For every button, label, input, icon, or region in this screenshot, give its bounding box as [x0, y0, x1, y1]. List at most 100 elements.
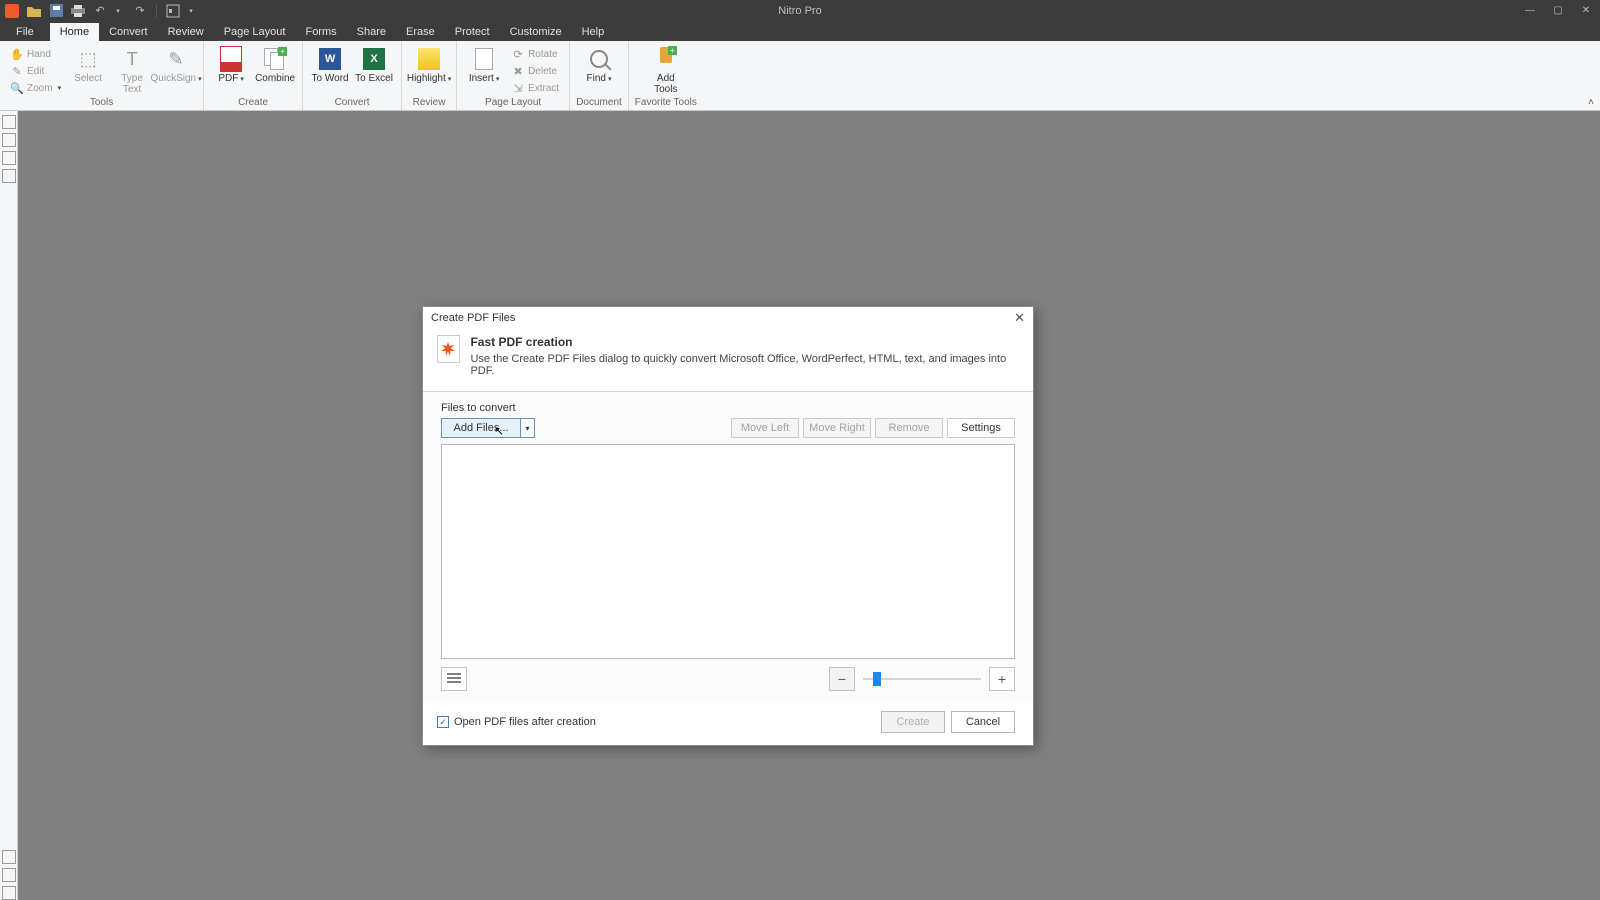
tab-erase[interactable]: Erase — [396, 23, 445, 41]
panel-attachments-icon[interactable] — [2, 850, 16, 864]
collapse-ribbon-icon[interactable]: ˄ — [1588, 97, 1594, 108]
workspace: Create PDF Files ✕ Fast PDF creation Use… — [0, 111, 1600, 900]
create-pdf-dialog: Create PDF Files ✕ Fast PDF creation Use… — [422, 306, 1034, 746]
left-panel-gutter — [0, 111, 18, 900]
edit-tool[interactable]: ✎Edit — [6, 63, 65, 79]
extract-button[interactable]: ⇲Extract — [507, 80, 563, 96]
to-excel-button[interactable]: X To Excel — [353, 43, 395, 84]
find-icon — [587, 47, 611, 71]
highlight-button[interactable]: Highlight▾ — [408, 43, 450, 85]
add-files-dropdown-icon[interactable]: ▾ — [521, 418, 535, 438]
move-right-button[interactable]: Move Right — [803, 418, 871, 438]
group-label-review: Review — [413, 96, 446, 110]
panel-layers-icon[interactable] — [2, 169, 16, 183]
minimize-button[interactable]: — — [1516, 0, 1544, 21]
word-icon: W — [318, 47, 342, 71]
delete-label: Delete — [528, 66, 557, 77]
zoom-in-button[interactable]: + — [989, 667, 1015, 691]
tab-protect[interactable]: Protect — [445, 23, 500, 41]
save-icon[interactable] — [48, 3, 64, 19]
tab-help[interactable]: Help — [572, 23, 615, 41]
add-tools-button[interactable]: + Add Tools — [645, 43, 687, 95]
select-button[interactable]: ⬚ Select — [67, 43, 109, 84]
hand-label: Hand — [27, 49, 51, 60]
cancel-button[interactable]: Cancel — [951, 711, 1015, 733]
remove-button[interactable]: Remove — [875, 418, 943, 438]
group-label-convert: Convert — [335, 96, 370, 110]
print-icon[interactable] — [70, 3, 86, 19]
select-label: Select — [74, 73, 102, 84]
zoom-out-button[interactable]: − — [829, 667, 855, 691]
quicksign-button[interactable]: ✎ QuickSign▾ — [155, 43, 197, 85]
rotate-label: Rotate — [528, 49, 557, 60]
ribbon-group-page-layout: Insert▾ ⟳Rotate ✖Delete ⇲Extract Page La… — [457, 41, 570, 110]
pdf-button[interactable]: PDF▾ — [210, 43, 252, 85]
ribbon-group-review: Highlight▾ Review — [402, 41, 457, 110]
zoom-tool[interactable]: 🔍Zoom▾ — [6, 80, 65, 96]
insert-dd-icon: ▾ — [496, 76, 500, 83]
excel-icon: X — [362, 47, 386, 71]
ribbon-group-document: Find▾ Document — [570, 41, 629, 110]
add-files-label: Add Files... — [453, 422, 508, 434]
group-label-document: Document — [576, 96, 622, 110]
brand-icon[interactable] — [4, 3, 20, 19]
select-icon: ⬚ — [76, 47, 100, 71]
pdf-dd-icon: ▾ — [240, 76, 244, 83]
tab-customize[interactable]: Customize — [500, 23, 572, 41]
tab-convert[interactable]: Convert — [99, 23, 158, 41]
quicksign-dd-icon: ▾ — [198, 76, 202, 83]
undo-dropdown-icon[interactable]: ▾ — [110, 3, 126, 19]
to-word-button[interactable]: W To Word — [309, 43, 351, 84]
quicksign-icon: ✎ — [164, 47, 188, 71]
settings-button[interactable]: Settings — [947, 418, 1015, 438]
redo-icon[interactable]: ↷ — [132, 3, 148, 19]
zoom-dd-icon: ▾ — [58, 84, 62, 92]
customize-qat-dropdown-icon[interactable]: ▾ — [183, 3, 199, 19]
customize-qat-icon[interactable] — [165, 3, 181, 19]
type-text-label: Type Text — [111, 73, 153, 95]
combine-button[interactable]: + Combine — [254, 43, 296, 84]
tab-review[interactable]: Review — [158, 23, 214, 41]
tab-forms[interactable]: Forms — [295, 23, 346, 41]
delete-button[interactable]: ✖Delete — [507, 63, 563, 79]
extract-label: Extract — [528, 83, 559, 94]
delete-icon: ✖ — [511, 64, 525, 78]
open-after-checkbox[interactable]: ✓ Open PDF files after creation — [437, 716, 596, 728]
panel-comments-icon[interactable] — [2, 868, 16, 882]
highlight-icon — [417, 47, 441, 71]
file-list[interactable] — [441, 444, 1015, 659]
panel-output-icon[interactable] — [2, 886, 16, 900]
undo-icon[interactable]: ↶ — [92, 3, 108, 19]
rotate-button[interactable]: ⟳Rotate — [507, 46, 563, 62]
panel-signatures-icon[interactable] — [2, 151, 16, 165]
maximize-button[interactable]: ▢ — [1544, 0, 1572, 21]
move-left-button[interactable]: Move Left — [731, 418, 799, 438]
hand-tool[interactable]: ✋Hand — [6, 46, 65, 62]
zoom-slider[interactable] — [863, 678, 981, 680]
find-button[interactable]: Find▾ — [578, 43, 620, 85]
tab-file[interactable]: File — [0, 23, 50, 41]
add-files-button[interactable]: Add Files... ↖ — [441, 418, 521, 438]
dialog-titlebar[interactable]: Create PDF Files ✕ — [423, 307, 1033, 329]
panel-pages-icon[interactable] — [2, 115, 16, 129]
dialog-footer: ✓ Open PDF files after creation Create C… — [423, 703, 1033, 745]
add-tools-icon: + — [654, 47, 678, 71]
tab-share[interactable]: Share — [347, 23, 396, 41]
highlight-label: Highlight — [407, 73, 446, 84]
dialog-close-icon[interactable]: ✕ — [1014, 310, 1025, 326]
type-text-button[interactable]: T Type Text — [111, 43, 153, 95]
dialog-bottom-row: − + — [441, 667, 1015, 691]
open-icon[interactable] — [26, 3, 42, 19]
tab-home[interactable]: Home — [50, 23, 99, 41]
zoom-thumb[interactable] — [873, 672, 881, 686]
checkbox-icon: ✓ — [437, 716, 449, 728]
group-label-favorite-tools: Favorite Tools — [635, 96, 697, 110]
insert-button[interactable]: Insert▾ — [463, 43, 505, 85]
tab-page-layout[interactable]: Page Layout — [214, 23, 296, 41]
create-button[interactable]: Create — [881, 711, 945, 733]
pdf-label: PDF — [218, 73, 238, 84]
close-window-button[interactable]: ✕ — [1572, 0, 1600, 21]
dialog-heading: Fast PDF creation — [470, 335, 1019, 349]
list-view-toggle[interactable] — [441, 667, 467, 691]
panel-bookmarks-icon[interactable] — [2, 133, 16, 147]
